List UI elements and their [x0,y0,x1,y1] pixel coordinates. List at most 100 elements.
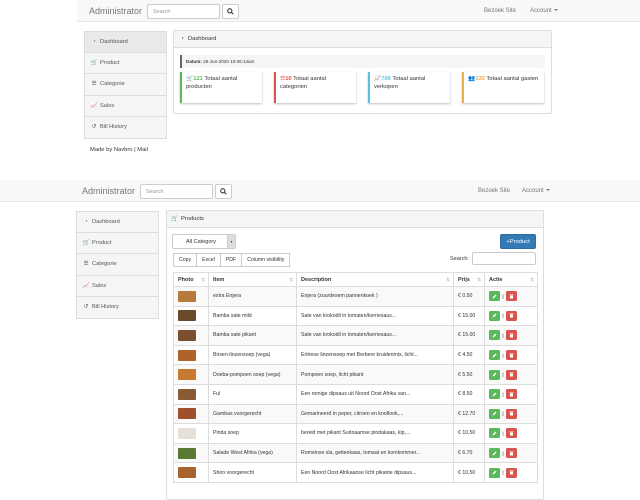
cell-description: Een Noord Oost Afrikaanse licht pikante … [296,462,454,483]
edit-button[interactable] [489,369,500,380]
dashboard-icon: ◔ [84,218,88,225]
delete-button[interactable] [506,330,518,341]
column-label: Photo [178,276,194,283]
edit-button[interactable] [489,350,500,361]
edit-button[interactable] [489,467,500,478]
brand[interactable]: Administrator [82,186,135,196]
column-header-description[interactable]: Description ⇅ [296,272,454,287]
table-row: Pinda soep bereid met pikant Surinaamse p… [173,423,538,444]
account-dropdown[interactable]: Account [530,8,558,14]
sidebar-item-sales[interactable]: 📈 Sales [76,275,159,297]
edit-button[interactable] [489,428,500,439]
stat-value: 700 [381,76,391,82]
table-search-input[interactable] [472,252,536,265]
delete-button[interactable] [506,448,518,459]
column-visibility-button[interactable]: Column visibility [241,253,291,267]
column-header-price[interactable]: Prijs ⇅ [453,272,485,287]
cell-price: € 15.00 [453,305,485,327]
panel-title: Products [181,216,204,222]
sidebar-item-bill-history[interactable]: ↺ Bill History [76,297,159,319]
sidebar-item-dashboard[interactable]: ◔ Dashboard [84,31,167,53]
delete-button[interactable] [506,369,518,380]
product-photo [178,447,196,459]
pdf-button[interactable]: PDF [219,253,243,267]
cart-icon: 🛒 [90,59,98,66]
trash-icon [509,372,514,377]
sidebar-item-categorie[interactable]: ☰ Categorie [76,254,159,276]
visit-site-link[interactable]: Bezoek Site [484,8,516,14]
separator: || [502,372,505,378]
date-bar: Datum: 29-Jun-2020 10:06:14am [180,55,545,68]
delete-button[interactable] [506,428,518,439]
sidebar-item-label: Product [100,59,120,66]
cell-action: || [484,364,538,385]
chart-icon: 📈 [90,102,98,109]
table-search-label: Search: [450,256,469,262]
separator: || [502,430,505,436]
brand[interactable]: Administrator [89,6,142,16]
account-dropdown[interactable]: Account [522,188,550,194]
cell-description: bereid met pikant Surinaamse pindakaas, … [296,423,454,444]
sidebar-item-sales[interactable]: 📈 Sales [84,95,167,117]
visit-site-link[interactable]: Bezoek Site [478,188,510,194]
separator: || [502,411,505,417]
list-icon: ☰ [83,261,89,268]
sidebar-item-categorie[interactable]: ☰ Categorie [84,74,167,96]
column-header-item[interactable]: Item ⇅ [208,272,297,287]
search-input[interactable]: Search [147,4,220,19]
delete-button[interactable] [506,310,518,321]
sort-icon: ⇅ [530,277,534,282]
edit-button[interactable] [489,330,500,341]
delete-button[interactable] [506,350,518,361]
sidebar-item-bill-history[interactable]: ↺ Bill History [84,117,167,139]
search-input[interactable]: Search [140,184,213,199]
delete-button[interactable] [506,408,518,419]
copy-button[interactable]: Copy [173,253,198,267]
column-header-photo[interactable]: Photo ⇅ [173,272,209,287]
sidebar-item-product[interactable]: 🛒 Product [76,232,159,254]
edit-button[interactable] [489,310,500,321]
chevron-down-icon: ▾ [227,235,235,248]
stat-value: 320 [475,76,485,82]
edit-button[interactable] [489,291,500,302]
sidebar-item-product[interactable]: 🛒 Product [84,52,167,74]
column-header-action[interactable]: Actie ⇅ [484,272,538,287]
export-buttons: Copy Excel PDF Column visibility [173,253,291,267]
category-select[interactable]: All Category ▾ [172,234,236,249]
sidebar-item-label: Sales [100,102,115,109]
edit-button[interactable] [489,448,500,459]
search-button[interactable] [222,4,239,19]
sidebar-item-label: Dashboard [92,218,120,225]
delete-button[interactable] [506,291,518,302]
cart-icon: 🛒 [82,239,90,246]
edit-button[interactable] [489,389,500,400]
sidebar-item-label: Sales [92,282,107,289]
cell-price: € 10.50 [453,423,485,444]
sidebar-item-label: Bill History [100,124,127,131]
edit-button[interactable] [489,408,500,419]
excel-button[interactable]: Excel [196,253,221,267]
trash-icon [509,411,514,416]
cell-item: Salade West Afrika (vega) [208,442,297,464]
product-photo [178,388,196,400]
pencil-icon [492,333,497,338]
sidebar-item-label: Product [92,239,112,246]
search-button[interactable] [215,184,232,199]
products-table: Photo ⇅ Item ⇅ Description ⇅ Prijs ⇅ Actie ⇅ … [173,272,538,483]
stat-label: Totaal aantal gasten [486,76,539,82]
table-row: Ful Een romige dipsaus uit Noord Oost Afr… [173,383,538,405]
top-navbar: Administrator Search Bezoek Site Account [77,0,640,22]
stat-card-sales[interactable]: 📈700 Totaal aantal verkopen [368,72,450,103]
add-product-button[interactable]: +Product [500,234,536,249]
stat-card-guests[interactable]: 👥320 Totaal aantal gasten [462,72,544,103]
sidebar-item-dashboard[interactable]: ◔ Dashboard [76,211,159,233]
cell-item: Ful [208,383,297,405]
stat-card-categories[interactable]: ☰10 Totaal aantal categorien [274,72,356,103]
account-label: Account [530,8,552,14]
stat-card-products[interactable]: 🛒121 Totaal aantal producten [180,72,262,103]
delete-button[interactable] [506,467,518,478]
panel-title: Dashboard [188,36,217,42]
product-photo [178,427,196,439]
separator: || [502,313,505,319]
delete-button[interactable] [506,389,518,400]
